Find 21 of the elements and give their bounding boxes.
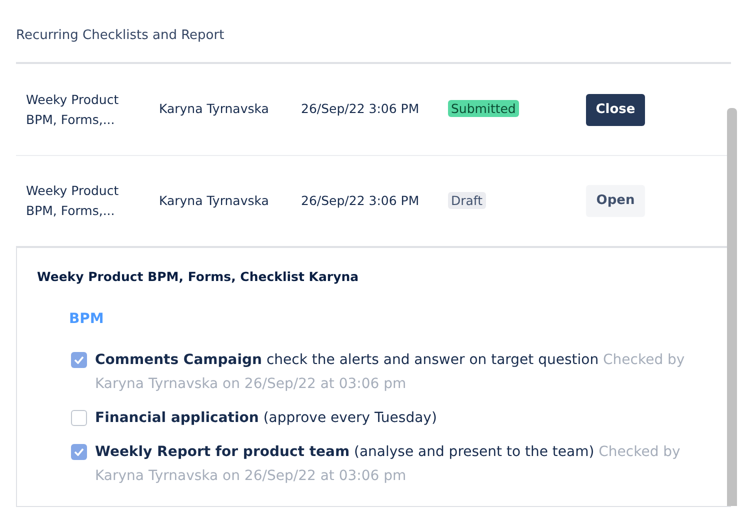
table-cell-text: 26/Sep/22 3:06 PM [301, 100, 420, 118]
checkbox[interactable] [71, 444, 87, 460]
checklist-item-text: Comments Campaign check the alerts and answer on target question Checked by Karyna Tyrnavska on 26/Sep/22 at 03:06 pm [95, 350, 685, 394]
close-button[interactable]: Close [586, 94, 645, 126]
table-cell-text: Weeky Product BPM, Forms,... [25, 90, 120, 128]
table-cell-text: Karyna Tyrnavska [159, 192, 270, 210]
checklist-title: Weeky Product BPM, Forms, Checklist Karyna [37, 268, 360, 286]
group-heading: BPM [69, 310, 105, 329]
section-title: Recurring Checklists and Report [16, 27, 226, 45]
checkbox[interactable] [71, 410, 87, 426]
status-badge: Draft [448, 192, 486, 209]
open-button[interactable]: Open [586, 185, 645, 217]
table-cell-text: Weeky Product BPM, Forms,... [25, 182, 120, 220]
table-cell-text: 26/Sep/22 3:06 PM [301, 192, 420, 210]
check-icon [74, 356, 84, 364]
checklist-item-text: Financial application (approve every Tuesday) [95, 408, 438, 428]
check-icon [74, 448, 84, 456]
checklist-item-text: Weekly Report for product team (analyse and present to the team) Checked by Karyna Tyrnavska on 26/Sep/22 at 03:06 pm [95, 442, 682, 486]
table-cell-text: Karyna Tyrnavska [159, 100, 270, 118]
status-badge: Submitted [448, 100, 519, 118]
checkbox[interactable] [71, 352, 87, 368]
